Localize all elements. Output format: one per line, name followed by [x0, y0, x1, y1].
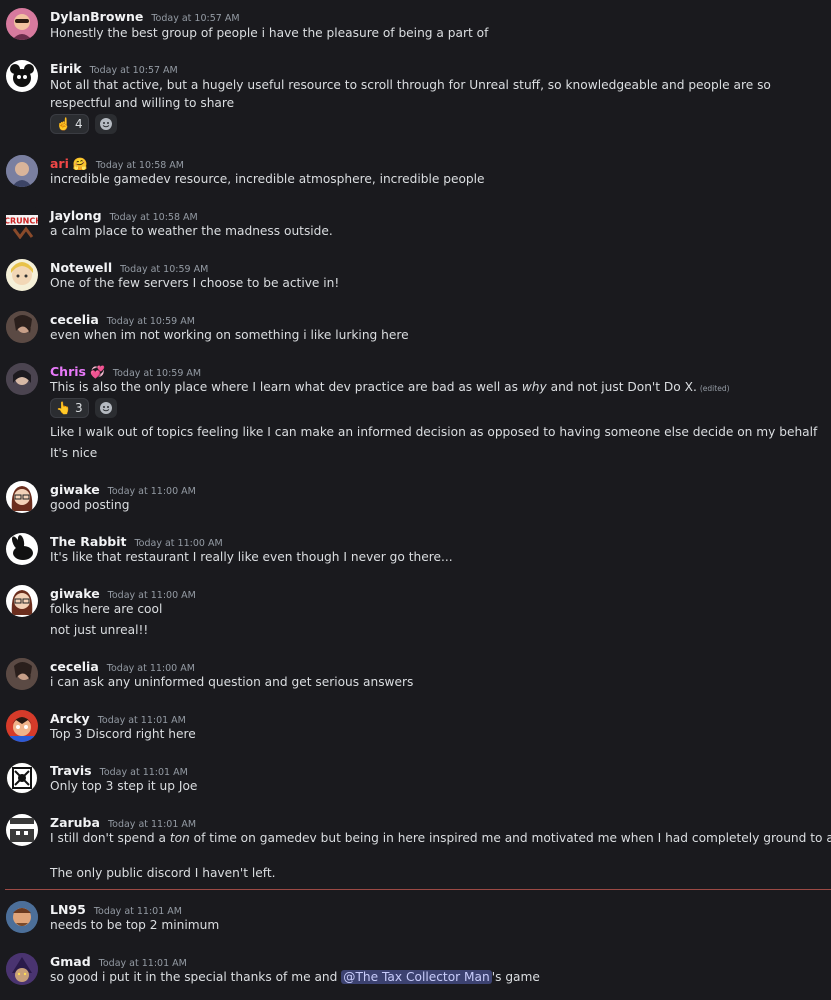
user-avatar[interactable] — [6, 481, 38, 513]
reaction-count: 3 — [74, 401, 83, 415]
message-text: incredible gamedev resource, incredible … — [50, 172, 485, 186]
message-text: One of the few servers I choose to be ac… — [50, 276, 340, 290]
user-avatar[interactable] — [6, 762, 38, 794]
reaction-count: 4 — [74, 117, 83, 131]
username[interactable]: LN95 — [50, 902, 86, 917]
user-avatar[interactable] — [6, 363, 38, 395]
message-text: Only top 3 step it up Joe — [50, 779, 198, 793]
user-avatar[interactable] — [6, 259, 38, 291]
svg-text:CRUNCH: CRUNCH — [6, 217, 38, 226]
username[interactable]: Jaylong — [50, 208, 102, 223]
message-text: even when im not working on something i … — [50, 328, 409, 342]
username[interactable]: The Rabbit — [50, 534, 126, 549]
username[interactable]: DylanBrowne — [50, 9, 143, 24]
smiley-icon — [99, 402, 112, 414]
user-avatar[interactable] — [6, 814, 38, 846]
user-avatar[interactable] — [6, 710, 38, 742]
message-text: i can ask any uninformed question and ge… — [50, 675, 414, 689]
user-avatar[interactable] — [6, 8, 38, 40]
user-avatar[interactable] — [6, 901, 38, 933]
add-reaction-button[interactable] — [94, 114, 117, 134]
user-avatar[interactable] — [6, 533, 38, 565]
user-avatar[interactable] — [6, 585, 38, 617]
timestamp[interactable]: Today at 10:57 AM — [151, 13, 239, 24]
edited-label: (edited) — [699, 384, 730, 393]
message-text: It's nice — [50, 446, 98, 460]
username[interactable]: giwake — [50, 482, 100, 497]
username[interactable]: Zaruba — [50, 815, 100, 830]
user-mention[interactable]: @The Tax Collector Man — [341, 970, 492, 984]
user-avatar[interactable] — [6, 658, 38, 690]
message-text: I still don't spend a ton of time on gam… — [50, 831, 831, 845]
user-avatar[interactable] — [6, 60, 38, 92]
username[interactable]: cecelia — [50, 312, 99, 327]
username[interactable]: ari — [50, 156, 69, 171]
message-text: The only public discord I haven't left. — [50, 866, 276, 880]
message-text: good posting — [50, 498, 130, 512]
add-reaction-button[interactable] — [94, 398, 117, 418]
message-text: a calm place to weather the madness outs… — [50, 224, 333, 238]
user-avatar[interactable] — [6, 953, 38, 985]
reaction-button[interactable]: 👆 3 — [50, 398, 89, 418]
message-text: Honestly the best group of people i have… — [50, 26, 489, 40]
user-avatar[interactable] — [6, 311, 38, 343]
username[interactable]: Eirik — [50, 61, 82, 76]
message-text: It's like that restaurant I really like … — [50, 550, 453, 564]
message-text: Like I walk out of topics feeling like I… — [50, 425, 818, 439]
revolving-hearts-icon: 💞 — [89, 365, 105, 379]
hugging-face-icon: 🤗 — [72, 157, 88, 171]
message-text: not just unreal!! — [50, 623, 149, 637]
backhand-point-up-emoji-icon: 👆 — [56, 401, 71, 415]
message-text: so good i put it in the special thanks o… — [50, 970, 540, 984]
new-messages-divider — [5, 889, 831, 890]
reaction-button[interactable]: ☝️ 4 — [50, 114, 89, 134]
username[interactable]: Arcky — [50, 711, 90, 726]
point-up-emoji-icon: ☝️ — [56, 117, 71, 131]
username[interactable]: Travis — [50, 763, 92, 778]
message-text: Top 3 Discord right here — [50, 727, 196, 741]
timestamp[interactable]: Today at 10:57 AM — [90, 65, 178, 76]
username[interactable]: Gmad — [50, 954, 91, 969]
message-text: folks here are cool — [50, 602, 163, 616]
message-text: Not all that active, but a hugely useful… — [50, 78, 771, 110]
smiley-icon — [99, 118, 112, 130]
user-avatar[interactable] — [6, 155, 38, 187]
message-text: needs to be top 2 minimum — [50, 918, 220, 932]
username[interactable]: Chris — [50, 364, 86, 379]
username[interactable]: cecelia — [50, 659, 99, 674]
user-avatar[interactable]: CRUNCH — [6, 207, 38, 239]
username[interactable]: Notewell — [50, 260, 112, 275]
username[interactable]: giwake — [50, 586, 100, 601]
message-text: This is also the only place where I lear… — [50, 380, 730, 394]
